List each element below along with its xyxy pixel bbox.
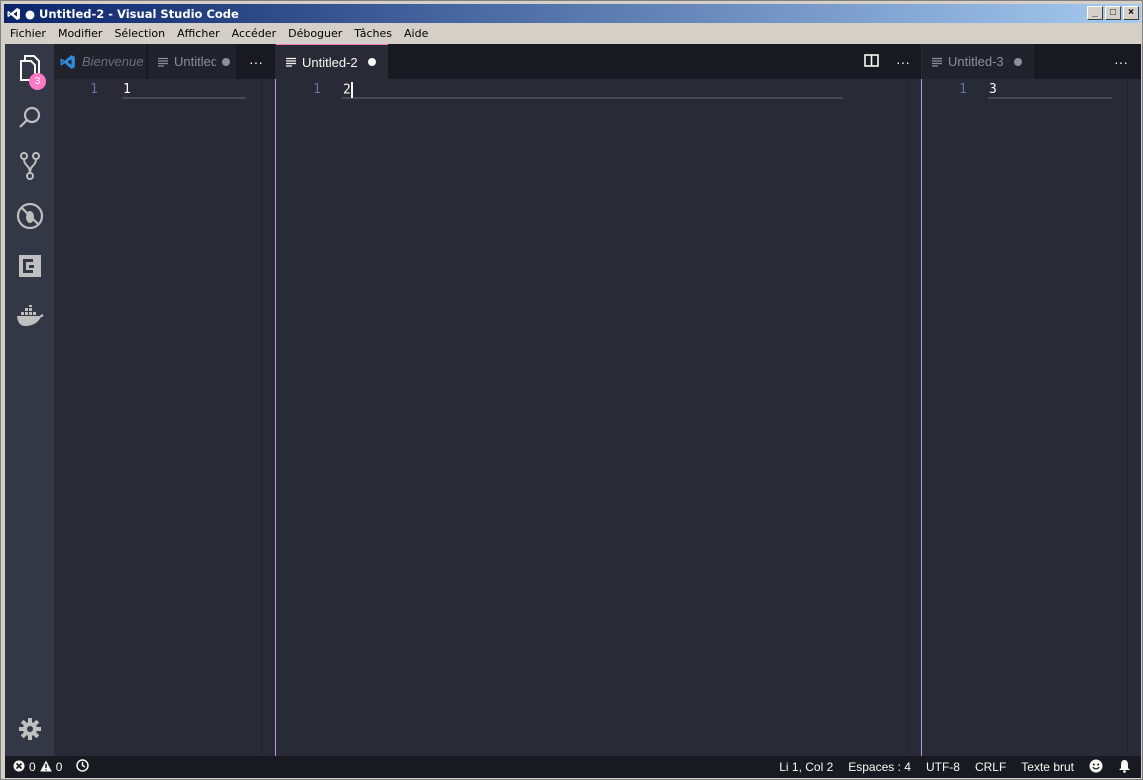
warning-count: 0 [55,760,63,774]
vertical-scrollbar[interactable] [907,79,921,756]
current-line-highlight [122,80,246,99]
code-editor[interactable]: 1 3 [922,79,1141,756]
code-line: 3 [989,82,997,97]
tab-untitled-1[interactable]: Untitled-1 [148,44,236,79]
menu-taches[interactable]: Tâches [348,27,398,40]
extensions-icon [18,254,42,283]
tab-label: Untitled-2 [302,54,358,70]
ellipsis-icon: ··· [1114,53,1128,70]
title-bar[interactable]: ● Untitled-2 - Visual Studio Code _ □ × [4,4,1141,23]
history-icon[interactable] [76,759,90,775]
code-line: 1 [123,82,131,97]
settings-button[interactable] [5,707,54,755]
maximize-button[interactable]: □ [1105,6,1121,20]
dirty-indicator-icon[interactable] [1013,57,1022,66]
indentation[interactable]: Espaces : 4 [848,760,911,774]
workbench: 3 Bienvenue Untitled ··· 1 1 Untitled-2 … [5,44,1141,756]
debug-icon [16,202,44,235]
encoding[interactable]: UTF-8 [926,760,960,774]
source-control-button[interactable] [5,144,54,192]
activity-bar: 3 [5,44,54,756]
tab-bar: Bienvenue Untitled-1 ··· [54,44,275,79]
editor-group-2: Untitled-2 ··· 1 2 [276,44,921,756]
docker-icon [16,304,44,332]
tab-label: Untitled-1 [174,54,216,69]
extensions-button[interactable] [5,244,54,292]
menu-selection[interactable]: Sélection [108,27,171,40]
debug-button[interactable] [5,194,54,242]
menu-modifier[interactable]: Modifier [52,27,108,40]
gear-icon [18,717,41,745]
close-button[interactable]: × [1123,6,1139,20]
menu-afficher[interactable]: Afficher [171,27,225,40]
vscode-logo-icon [60,54,76,70]
tab-label: Bienvenue [82,54,144,69]
tab-untitled-3[interactable]: Untitled-3 [922,44,1034,79]
current-line-highlight [988,80,1112,99]
docker-button[interactable] [5,294,54,342]
dirty-indicator-icon[interactable] [222,57,230,66]
tab-untitled-2[interactable]: Untitled-2 [276,44,388,79]
code-editor[interactable]: 1 1 [54,79,275,756]
dirty-indicator-icon[interactable] [367,58,376,66]
explorer-badge: 3 [29,73,46,90]
error-icon [13,760,25,775]
line-number: 1 [90,82,98,97]
search-button[interactable] [5,95,54,143]
menu-bar: Fichier Modifier Sélection Afficher Accé… [4,24,1141,43]
vertical-scrollbar[interactable] [1127,79,1141,756]
more-actions-button[interactable]: ··· [249,44,263,79]
warning-icon [39,760,52,775]
split-editor-icon [864,53,879,70]
feedback-smiley-icon[interactable] [1089,759,1103,776]
search-icon [18,105,42,134]
minimize-icon: _ [1092,7,1098,18]
status-bar: 0 0 Li 1, Col 2 Espaces : 4 UTF-8 CRLF T… [5,756,1141,778]
more-actions-button[interactable]: ··· [1114,44,1128,79]
editor-group-3: Untitled-3 ··· 1 3 [922,44,1141,756]
close-icon: × [1128,7,1134,18]
line-number: 1 [959,82,967,97]
text-cursor [350,82,353,98]
file-lines-icon [158,57,168,67]
window-title: ● Untitled-2 - Visual Studio Code [25,6,239,21]
bell-icon[interactable] [1118,759,1131,776]
file-lines-icon [286,57,296,67]
tab-bienvenue[interactable]: Bienvenue [54,44,146,79]
vertical-scrollbar[interactable] [261,79,275,756]
tab-label: Untitled-3 [948,54,1004,69]
tab-bar: Untitled-2 ··· [276,44,921,79]
line-number: 1 [313,82,321,97]
minimize-button[interactable]: _ [1087,6,1103,20]
ellipsis-icon: ··· [896,53,910,70]
end-of-line[interactable]: CRLF [975,760,1006,774]
editor-group-1: Bienvenue Untitled-1 ··· 1 1 [54,44,275,756]
code-line: 2 [343,82,351,98]
language-mode[interactable]: Texte brut [1021,760,1074,774]
code-editor[interactable]: 1 2 [276,79,921,756]
vscode-logo-icon [6,6,22,22]
tab-bar: Untitled-3 ··· [922,44,1141,79]
menu-acceder[interactable]: Accéder [226,27,282,40]
menu-deboguer[interactable]: Déboguer [282,27,348,40]
split-editor-button[interactable] [864,44,879,79]
source-control-icon [19,151,41,185]
problems-indicator[interactable]: 0 0 [5,759,90,775]
explorer-button[interactable]: 3 [5,46,54,94]
maximize-icon: □ [1109,7,1117,18]
menu-fichier[interactable]: Fichier [4,27,52,40]
ellipsis-icon: ··· [249,53,263,70]
more-actions-button[interactable]: ··· [896,44,910,79]
cursor-position[interactable]: Li 1, Col 2 [779,760,833,774]
error-count: 0 [29,760,36,774]
current-line-highlight [342,80,843,99]
menu-aide[interactable]: Aide [398,27,434,40]
window-frame: ● Untitled-2 - Visual Studio Code _ □ × … [0,0,1143,780]
file-lines-icon [932,57,942,67]
